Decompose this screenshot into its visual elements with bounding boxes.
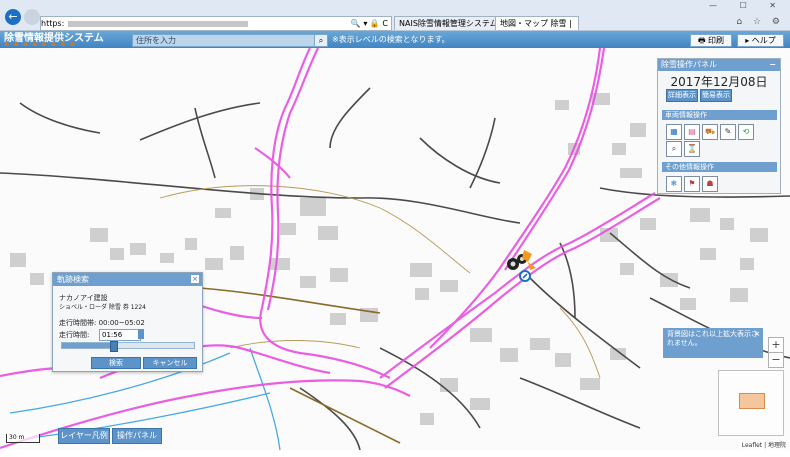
table-icon[interactable]: ▤ [684,124,700,140]
search-button[interactable]: ⌕ [314,34,328,47]
overview-map[interactable] [718,370,784,436]
vehicle-name: ショベル・ローダ 除雪 券 1224 [59,304,146,311]
history-icon[interactable]: ⌛ [684,141,700,157]
notice-text: 背景図はこれ以上拡大表示されません。 [667,330,758,347]
search-track-button[interactable]: 検索 [91,357,141,369]
panel-date: 2017年12月08日 [670,75,768,89]
overview-viewport[interactable] [739,393,765,409]
dialog-title: 軌跡検索 [57,275,89,284]
zoom-out-button[interactable]: − [768,352,784,368]
cancel-button[interactable]: キャンセル [143,357,197,369]
scale-bar: 30 m [6,434,40,443]
minimize-icon[interactable]: − [769,59,776,71]
grid-icon[interactable]: ▦ [666,124,682,140]
close-icon[interactable]: × [191,275,199,283]
browser-chrome: ← https: 🔍 ▾ 🔒 C NAIS除雪情報管理システム... 地図・マッ… [0,0,790,31]
time-slider[interactable] [61,341,195,352]
layer-legend-button[interactable]: レイヤー凡例 ⇄ [58,428,110,454]
slider-thumb[interactable] [110,341,119,352]
travel-time-label: 走行時間: [59,331,90,339]
buildings [10,93,768,425]
user-icon[interactable]: ☗ [702,176,718,192]
search-notice: ※表示レベルの検索となります。 [332,35,450,44]
snow-icon[interactable]: ❄ [666,176,682,192]
window-controls[interactable]: — ☐ ✕ [709,1,786,10]
browser-tools[interactable]: ⌂ ☆ ⚙ [736,17,784,27]
dialog-header: 軌跡検索 × [53,273,202,286]
map-attribution[interactable]: Leaflet | 地理院 [739,440,788,449]
operation-panel: 除雪操作パネル − 2017年12月08日 詳細表示 簡易表示 車両情報操作 ▦… [657,58,781,194]
address-bar[interactable]: https: 🔍 ▾ 🔒 C [40,16,392,31]
notice-close-icon[interactable]: × [754,330,760,339]
browser-tab-2[interactable]: 地図・マップ 除雪 | [495,16,579,30]
simple-view-button[interactable]: 簡易表示 [700,89,732,102]
browser-tab-1[interactable]: NAIS除雪情報管理システム... [394,16,502,30]
vehicle-marker-icon[interactable] [502,244,542,284]
track-search-dialog: 軌跡検索 × ナカノアイ建設 ショベル・ローダ 除雪 券 1224 走行時間帯:… [52,272,203,372]
detail-view-button[interactable]: 詳細表示 [666,89,698,102]
help-button[interactable]: ▸ ヘルプ [737,34,784,47]
panel-header: 除雪操作パネル − [658,59,780,71]
address-search-input[interactable]: 住所を入力 [132,34,315,47]
search-track-icon[interactable]: ⌕ [666,141,682,157]
redacted-url [68,20,249,27]
address-text: https: [41,19,65,28]
operation-panel-button[interactable]: 操作パネル ⇄ [112,428,162,454]
vehicle-icon[interactable]: ⛟ [702,124,718,140]
travel-range: 走行時間帯: 00:00~05:02 [59,319,145,327]
plow-icon[interactable]: ⚑ [684,176,700,192]
other-ops-section: その他情報操作 [662,162,777,172]
print-button[interactable]: 🖶 印刷 [690,34,732,47]
pen-icon[interactable]: ✎ [720,124,736,140]
time-spinner[interactable] [138,329,144,339]
back-button[interactable]: ← [5,9,21,25]
address-icons: 🔍 ▾ 🔒 C [350,19,388,28]
refresh-icon[interactable]: ⟲ [738,124,754,140]
panel-title: 除雪操作パネル [661,60,717,69]
vehicle-ops-section: 車両情報操作 [662,110,777,120]
zoom-in-button[interactable]: + [768,337,784,353]
zoom-limit-notice: 背景図はこれ以上拡大表示されません。 × [663,328,763,358]
slider-fill [62,343,114,348]
forward-button[interactable] [24,9,40,25]
travel-time-input[interactable]: 01:56 [99,329,141,341]
app-header: 除雪情報提供システム 住所を入力 ⌕ ※表示レベルの検索となります。 🖶 印刷 … [0,31,790,48]
vehicle-icon-strip: ▲▲▲▲▲▲▲▲ [4,39,80,47]
